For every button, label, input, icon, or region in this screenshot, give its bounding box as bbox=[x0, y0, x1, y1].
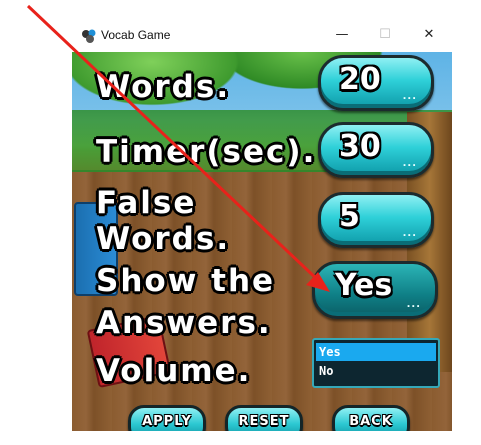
minimize-button[interactable]: — bbox=[328, 24, 356, 46]
show-answers-dropdown: Yes No bbox=[312, 338, 440, 388]
timer-label: Timer(sec). bbox=[96, 134, 317, 170]
show-answers-value: Yes bbox=[335, 268, 393, 303]
words-count-value: 20 bbox=[339, 62, 381, 97]
false-words-label-line2: Words. bbox=[96, 221, 231, 257]
dropdown-option-yes[interactable]: Yes bbox=[316, 343, 436, 361]
apply-button[interactable]: APPLY bbox=[128, 405, 206, 431]
show-answers-label-line1: Show the bbox=[96, 263, 276, 299]
words-label: Words. bbox=[96, 69, 231, 105]
back-button[interactable]: BACK bbox=[332, 405, 410, 431]
window-title: Vocab Game bbox=[101, 28, 171, 42]
false-words-value: 5 bbox=[339, 199, 360, 234]
maximize-button[interactable]: ☐ bbox=[371, 24, 399, 46]
reset-button-label: RESET bbox=[238, 414, 290, 429]
volume-label: Volume. bbox=[96, 353, 252, 389]
app-icon bbox=[81, 28, 97, 44]
reset-button[interactable]: RESET bbox=[225, 405, 303, 431]
title-bar: Vocab Game — ☐ ✕ bbox=[72, 20, 452, 52]
timer-seconds-value: 30 bbox=[339, 129, 381, 164]
false-words-label-line1: False bbox=[96, 185, 197, 221]
more-dots-icon: ... bbox=[402, 158, 417, 169]
close-button[interactable]: ✕ bbox=[415, 24, 443, 46]
dropdown-option-no[interactable]: No bbox=[316, 362, 436, 380]
more-dots-icon: ... bbox=[402, 228, 417, 239]
more-dots-icon: ... bbox=[402, 91, 417, 102]
words-count-button[interactable]: 20 ... bbox=[318, 55, 434, 111]
timer-seconds-button[interactable]: 30 ... bbox=[318, 122, 434, 178]
back-button-label: BACK bbox=[349, 414, 393, 429]
more-dots-icon: ... bbox=[406, 299, 421, 310]
apply-button-label: APPLY bbox=[142, 414, 192, 429]
app-window: Vocab Game — ☐ ✕ Words. Timer(sec). Fals… bbox=[72, 20, 452, 431]
show-answers-button[interactable]: Yes ... bbox=[312, 261, 438, 319]
show-answers-label-line2: Answers. bbox=[96, 305, 272, 341]
false-words-button[interactable]: 5 ... bbox=[318, 192, 434, 248]
game-settings-screen: Words. Timer(sec). False Words. Show the… bbox=[72, 52, 452, 431]
